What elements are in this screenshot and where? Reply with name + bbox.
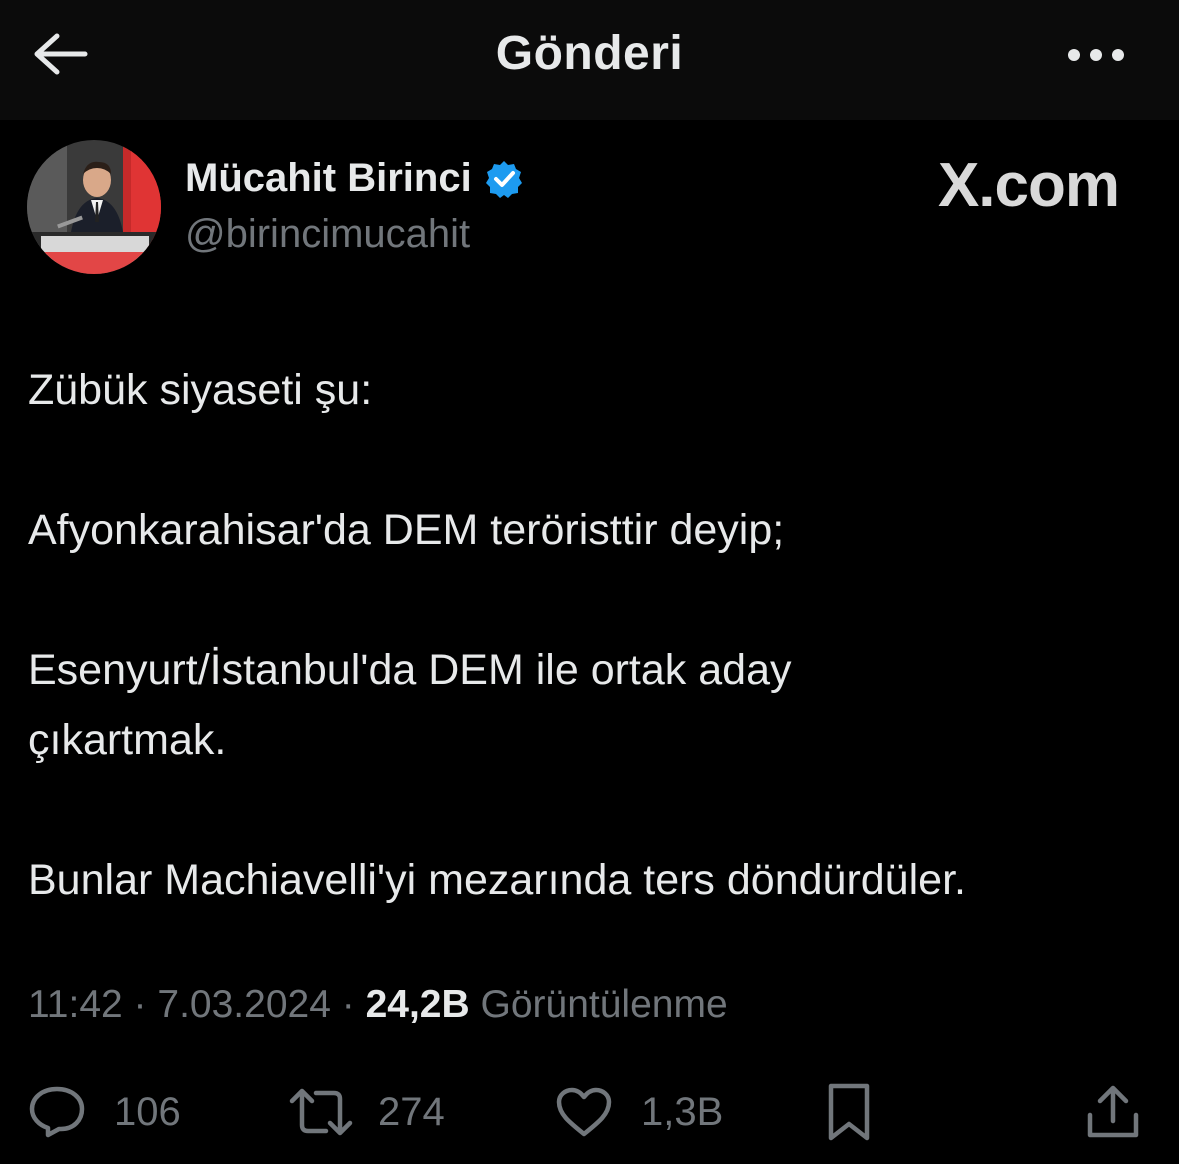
page-title: Gönderi	[495, 27, 684, 80]
tweet-meta: 11:42 · 7.03.2024 · 24,2B Görüntülenme	[28, 983, 728, 1027]
bookmark-button[interactable]	[825, 1072, 873, 1152]
meta-separator: ·	[341, 983, 355, 1026]
tweet-paragraph: Zübük siyaseti şu:	[28, 366, 373, 414]
action-bar: 106 274 1,3B	[0, 1072, 1179, 1152]
like-button[interactable]: 1,3B	[555, 1072, 723, 1152]
tweet-date[interactable]: 7.03.2024	[157, 983, 331, 1026]
retweet-count: 274	[378, 1089, 445, 1134]
share-button[interactable]	[1084, 1072, 1142, 1152]
tweet-paragraph: Esenyurt/İstanbul'da DEM ile ortak aday …	[28, 646, 792, 764]
retweet-button[interactable]: 274	[288, 1072, 445, 1152]
author-name[interactable]: Mücahit Birinci	[185, 156, 524, 201]
reply-icon	[29, 1086, 85, 1138]
more-button[interactable]	[1061, 30, 1131, 80]
avatar[interactable]	[27, 140, 161, 274]
tweet-paragraph: Bunlar Machiavelli'yi mezarında ters dön…	[28, 856, 966, 904]
views-count[interactable]: 24,2B	[366, 983, 470, 1026]
tweet-paragraph: Afyonkarahisar'da DEM teröristtir deyip;	[28, 506, 785, 554]
meta-separator: ·	[133, 983, 147, 1026]
bookmark-icon	[828, 1083, 870, 1141]
views-label: Görüntülenme	[480, 983, 728, 1026]
retweet-icon	[289, 1088, 353, 1136]
share-icon	[1087, 1085, 1139, 1138]
author-name-text: Mücahit Birinci	[185, 156, 472, 200]
tweet-time[interactable]: 11:42	[28, 983, 123, 1026]
reply-count: 106	[114, 1089, 181, 1134]
author-handle[interactable]: @birincimucahit	[185, 212, 470, 257]
top-bar: Gönderi	[0, 0, 1179, 120]
more-horizontal-icon	[1068, 49, 1124, 61]
like-count: 1,3B	[641, 1089, 724, 1134]
verified-badge-icon	[484, 159, 524, 199]
reply-button[interactable]: 106	[28, 1072, 181, 1152]
avatar-image	[27, 140, 161, 274]
watermark-logo: X.com	[937, 151, 1120, 220]
heart-icon	[556, 1087, 612, 1137]
tweet-text: Zübük siyaseti şu: Afyonkarahisar'da DEM…	[28, 355, 1158, 915]
